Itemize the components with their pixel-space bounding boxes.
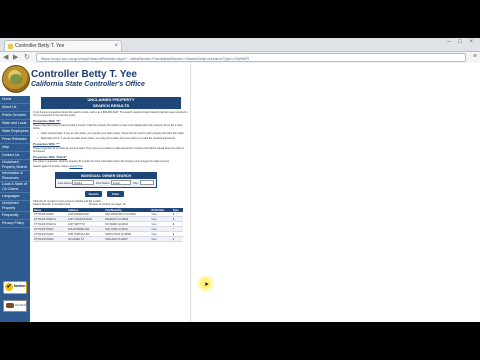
results-table: Name Address City/State/Zip ID Number Type O… (33, 208, 183, 242)
search-buttons: Search Clear (55, 190, 155, 200)
first-name-label: First Name: (96, 181, 111, 185)
section-text-blank: The value is unknown. Click the property… (33, 160, 170, 163)
mouse-pointer-icon: ➤ (204, 282, 210, 288)
favicon-icon (8, 44, 13, 49)
results-count-text: Search Results: 6 records found (33, 203, 71, 206)
city-field[interactable] (140, 180, 154, 185)
browser-tab[interactable]: Controller Betty T. Yee × (4, 40, 122, 51)
ca-gov-label: CA.GOV (15, 303, 27, 307)
tab-bar: Controller Betty T. Yee × – □ × (0, 38, 480, 52)
state-seal-icon (2, 65, 30, 93)
section-heading-star: Properties With "*" (33, 142, 60, 146)
bullet-mail-claim: Mail Claim Form: If you do not wish to f… (33, 137, 188, 140)
bear-icon (6, 303, 14, 308)
results-table-body: OTTOLINI FRANK 1025 PARKER AVE SAN FRANCIS… (33, 212, 183, 242)
sidebar-item[interactable]: Public Services (0, 112, 30, 120)
url-input[interactable]: https://ucpi.sco.ca.gov/ucp/SearchResult… (36, 53, 466, 62)
owner-search-form: INDIVIDUAL OWNER SEARCH Last Name: Ottol… (55, 172, 157, 188)
banner-line-2: SEARCH RESULTS (92, 103, 130, 108)
intro-text: If you have any questions about the sear… (33, 111, 188, 117)
back-icon[interactable]: ◀ (3, 53, 8, 62)
table-cell: 38 LINDEN ST (67, 236, 105, 242)
menu-icon[interactable]: ≡ (473, 53, 477, 60)
sidebar-list: Home About Us Public Services State and Loc… (0, 96, 30, 228)
last-name-label: Last Name: (58, 181, 73, 185)
sidebar-item[interactable]: Help (0, 144, 30, 152)
section-heading-amount: Properties With "$" (33, 119, 61, 123)
site-title: Controller Betty T. Yee (31, 69, 137, 80)
sidebar-item[interactable]: Frequently (0, 212, 30, 220)
sidebar-item[interactable]: Home (0, 96, 30, 104)
site-subtitle: California State Controller's Office (31, 81, 145, 88)
table-cell: $ (171, 236, 183, 242)
table-cell: OTTOLINI FRANK (33, 236, 68, 242)
check-icon: ✔ (5, 283, 13, 291)
results-count: Search Results: 6 records found Number o… (33, 203, 188, 206)
norton-badge[interactable]: ✔ Norton (3, 281, 27, 294)
bullet-claim-electronically: Claim electronically: If you are the own… (33, 132, 188, 135)
search-button[interactable]: Search (85, 191, 102, 197)
tab-title: Controller Betty T. Yee (15, 43, 65, 49)
window-controls[interactable]: – □ × (447, 39, 476, 45)
sidebar-item[interactable]: Information & Resources (0, 171, 30, 182)
section-text-star: These properties do not have an amount l… (33, 147, 185, 153)
sidebar-item[interactable]: Unclaimed Property (0, 201, 30, 212)
first-name-field[interactable]: Frank (111, 180, 131, 185)
sidebar-item[interactable]: Local & State of CA Claims (0, 182, 30, 193)
letterbox-bottom (0, 322, 480, 360)
reload-icon[interactable]: ↻ (24, 53, 30, 62)
clear-button[interactable]: Clear (107, 191, 124, 197)
sidebar-item[interactable]: Privacy Policy (0, 220, 30, 228)
last-name-field[interactable]: Ottolini (72, 180, 94, 185)
sidebar-item[interactable]: Unclaimed Property Search (0, 160, 30, 171)
web-page: Controller Betty T. Yee California State… (0, 63, 480, 322)
search-tips-link[interactable]: Search Tips (69, 165, 82, 168)
per-page-label[interactable]: Number of records per page: 10 (89, 203, 126, 206)
sidebar-item[interactable]: Contact Us (0, 152, 30, 160)
search-again-line: Search again for another owner: Search T… (33, 165, 188, 168)
sidebar-item[interactable]: Press Releases (0, 136, 30, 144)
table-cell: OAKLAND CA 94607 (104, 236, 151, 242)
forward-icon[interactable]: ▶ (13, 53, 18, 62)
letterbox-top (0, 0, 480, 38)
sidebar-nav: Home About Us Public Services State and Loc… (0, 96, 30, 322)
content-column: Controller Betty T. Yee California State… (0, 63, 191, 322)
sidebar-item[interactable]: About Us (0, 104, 30, 112)
sidebar-item[interactable]: State and Local (0, 120, 30, 128)
browser-window: Controller Betty T. Yee × – □ × ◀ ▶ ↻ ht… (0, 38, 480, 322)
search-row-names: Last Name: Ottolini First Name: Frank Ci… (56, 179, 156, 187)
section-heading-blank: Properties With "Blank" (33, 155, 67, 159)
results-banner: UNCLAIMED PROPERTY SEARCH RESULTS (41, 97, 181, 109)
sidebar-item[interactable]: Languages (0, 193, 30, 201)
sidebar-item[interactable]: State Employees (0, 128, 30, 136)
ca-gov-badge[interactable]: CA.GOV (3, 300, 27, 312)
close-tab-icon[interactable]: × (114, 41, 118, 51)
section-text-amount: These properties have an amount that is … (33, 124, 183, 130)
property-id-link[interactable]: View (150, 236, 172, 242)
site-header: Controller Betty T. Yee California State… (0, 63, 190, 96)
city-label: City: (133, 181, 139, 185)
norton-label: Norton (14, 284, 26, 288)
table-row: OTTOLINI FRANK 38 LINDEN ST OAKLAND CA 946… (33, 236, 183, 242)
search-again-prompt: Search again for another owner: (33, 165, 69, 168)
main-content: UNCLAIMED PROPERTY SEARCH RESULTS If you… (33, 96, 188, 322)
